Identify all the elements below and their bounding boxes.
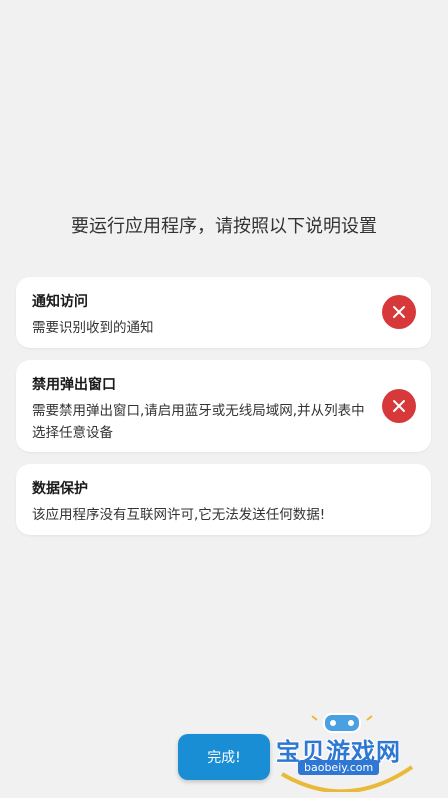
card-disable-popups[interactable]: 禁用弹出窗口 需要禁用弹出窗口,请启用蓝牙或无线局域网,并从列表中选择任意设备 bbox=[16, 360, 431, 452]
card-description: 需要禁用弹出窗口,请启用蓝牙或无线局域网,并从列表中选择任意设备 bbox=[32, 403, 365, 441]
card-data-protection[interactable]: 数据保护 该应用程序没有互联网许可,它无法发送任何数据! bbox=[16, 464, 431, 535]
close-icon[interactable] bbox=[382, 295, 416, 329]
done-button[interactable]: 完成! bbox=[178, 734, 270, 780]
watermark-url: baobeiy.com bbox=[298, 760, 380, 775]
card-notification-access[interactable]: 通知访问 需要识别收到的通知 bbox=[16, 277, 431, 348]
card-description: 该应用程序没有互联网许可,它无法发送任何数据! bbox=[32, 507, 326, 523]
card-description: 需要识别收到的通知 bbox=[32, 320, 154, 336]
setup-heading: 要运行应用程序，请按照以下说明设置 bbox=[71, 216, 377, 237]
card-title: 数据保护 bbox=[32, 481, 88, 497]
card-title: 通知访问 bbox=[32, 294, 88, 310]
watermark-logo: 宝贝游戏网 baobeiy.com bbox=[272, 712, 422, 792]
close-icon[interactable] bbox=[382, 389, 416, 423]
card-title: 禁用弹出窗口 bbox=[32, 377, 116, 393]
